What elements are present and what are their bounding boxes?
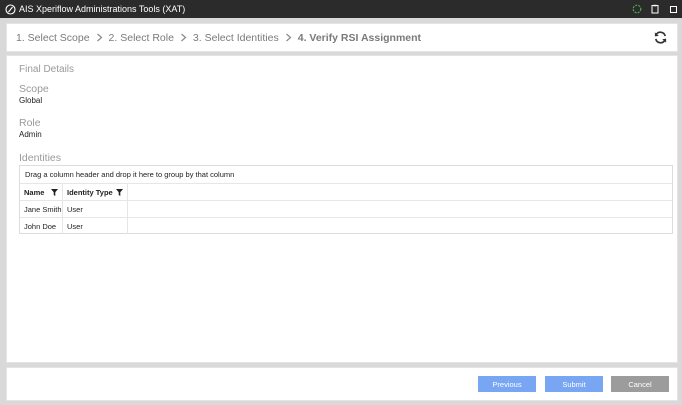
role-value: Admin <box>19 130 42 139</box>
identities-label: Identities <box>19 152 62 164</box>
submit-button[interactable]: Submit <box>545 376 603 392</box>
breadcrumb: 1. Select Scope 2. Select Role 3. Select… <box>7 32 649 44</box>
table-row[interactable]: Jane Smith User <box>20 201 672 218</box>
chevron-right-icon <box>96 33 103 42</box>
maximize-icon[interactable] <box>664 0 682 18</box>
grid-header-row: Name Identity Type <box>20 184 672 201</box>
step-select-role[interactable]: 2. Select Role <box>109 32 174 44</box>
filter-icon[interactable] <box>116 188 123 196</box>
previous-button[interactable]: Previous <box>478 376 536 392</box>
window-titlebar: AIS Xperiflow Administrations Tools (XAT… <box>0 0 682 18</box>
column-header-label: Identity Type <box>67 187 113 197</box>
step-verify-rsi-assignment: 4. Verify RSI Assignment <box>297 31 422 44</box>
window-title: AIS Xperiflow Administrations Tools (XAT… <box>19 4 186 14</box>
role-label: Role <box>19 117 41 129</box>
section-title: Final Details <box>19 64 75 75</box>
wizard-steps-bar: 1. Select Scope 2. Select Role 3. Select… <box>6 23 678 52</box>
group-by-drop-zone[interactable]: Drag a column header and drop it here to… <box>20 166 672 184</box>
step-select-identities[interactable]: 3. Select Identities <box>193 32 279 44</box>
clipboard-icon[interactable] <box>646 0 664 18</box>
chevron-right-icon <box>180 33 187 42</box>
column-header-empty <box>128 184 672 200</box>
column-header-label: Name <box>24 187 45 197</box>
chevron-right-icon <box>285 33 292 42</box>
column-header-identity-type[interactable]: Identity Type <box>63 184 128 200</box>
scope-label: Scope <box>19 83 49 95</box>
circle-slash-icon <box>4 3 16 15</box>
identities-grid: Drag a column header and drop it here to… <box>19 165 673 234</box>
cell-identity-type: User <box>63 201 128 217</box>
footer-bar: Previous Submit Cancel <box>6 367 678 401</box>
step-select-scope[interactable]: 1. Select Scope <box>16 32 90 44</box>
cell-identity-type: User <box>63 218 128 234</box>
palette-icon[interactable] <box>628 0 646 18</box>
column-header-name[interactable]: Name <box>20 184 63 200</box>
cell-empty <box>128 218 672 234</box>
table-row[interactable]: John Doe User <box>20 218 672 234</box>
cancel-button[interactable]: Cancel <box>611 376 669 392</box>
cell-empty <box>128 201 672 217</box>
filter-icon[interactable] <box>51 188 58 196</box>
final-details-panel: Final Details Scope Global Role Admin Id… <box>6 55 678 363</box>
cell-name: Jane Smith <box>20 201 63 217</box>
refresh-icon[interactable] <box>649 27 671 49</box>
cell-name: John Doe <box>20 218 63 234</box>
scope-value: Global <box>19 96 43 105</box>
